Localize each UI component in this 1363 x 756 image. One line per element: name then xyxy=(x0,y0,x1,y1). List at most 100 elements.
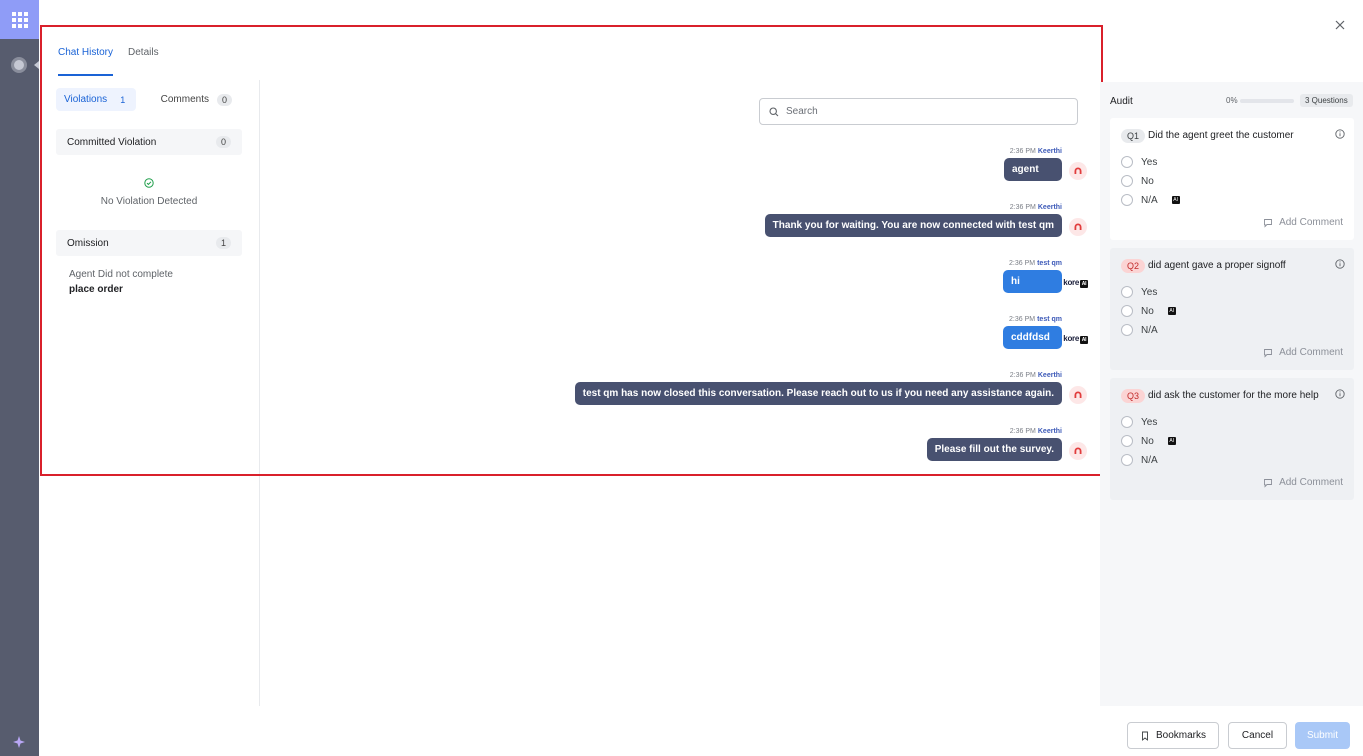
option-label: Yes xyxy=(1141,416,1158,428)
radio-button[interactable] xyxy=(1121,305,1133,317)
question-number: Q1 xyxy=(1121,129,1146,143)
question-number: Q2 xyxy=(1121,259,1146,273)
answer-option-na[interactable]: N/A AI xyxy=(1121,194,1180,206)
recent-interactions-icon[interactable] xyxy=(11,57,27,73)
audit-question-card: Q2 did agent gave a proper signoff Yes N… xyxy=(1110,248,1354,370)
message-sender: test qm xyxy=(1037,316,1062,323)
question-number: Q3 xyxy=(1121,389,1146,403)
add-comment-label: Add Comment xyxy=(1279,217,1343,228)
radio-button[interactable] xyxy=(1121,156,1133,168)
chat-search[interactable] xyxy=(759,98,1078,125)
collapse-arrow-icon[interactable] xyxy=(34,61,39,69)
message-sender: test qm xyxy=(1037,260,1062,267)
ai-badge-icon: AI xyxy=(1080,336,1088,344)
ai-badge-icon: AI xyxy=(1080,280,1088,288)
radio-button[interactable] xyxy=(1121,435,1133,447)
committed-violation-header[interactable]: Committed Violation 0 xyxy=(56,129,242,155)
answer-option-na[interactable]: N/A xyxy=(1121,454,1158,466)
add-comment-label: Add Comment xyxy=(1279,477,1343,488)
answer-option-yes[interactable]: Yes xyxy=(1121,156,1157,168)
omission-label: Omission xyxy=(67,237,109,249)
agent-avatar-icon xyxy=(1069,386,1087,404)
info-icon[interactable] xyxy=(1335,259,1345,269)
add-comment-label: Add Comment xyxy=(1279,347,1343,358)
comment-icon xyxy=(1264,478,1273,488)
option-label: No xyxy=(1141,175,1154,187)
tab-chat-history[interactable]: Chat History xyxy=(58,44,114,76)
bookmarks-label: Bookmarks xyxy=(1155,730,1206,741)
question-text: Did the agent greet the customer xyxy=(1148,130,1294,141)
radio-button[interactable] xyxy=(1121,286,1133,298)
comments-count: 0 xyxy=(216,93,232,106)
add-comment-button[interactable]: Add Comment xyxy=(1263,477,1343,488)
comments-pill[interactable]: Comments 0 xyxy=(160,88,240,111)
radio-button[interactable] xyxy=(1121,324,1133,336)
cancel-label: Cancel xyxy=(1241,730,1274,741)
comments-label: Comments xyxy=(160,94,209,105)
apps-grid-icon[interactable] xyxy=(0,0,39,39)
close-icon[interactable] xyxy=(1333,18,1347,32)
option-label: N/A xyxy=(1141,454,1158,466)
committed-violation-label: Committed Violation xyxy=(67,136,157,148)
submit-label: Submit xyxy=(1306,730,1339,741)
radio-button[interactable] xyxy=(1121,175,1133,187)
kore-label: kore xyxy=(1063,334,1079,343)
submit-button[interactable]: Submit xyxy=(1295,722,1350,749)
search-icon xyxy=(769,106,779,116)
message-meta: 2:36 PM Keerthi xyxy=(1004,148,1062,155)
ai-badge-icon: AI xyxy=(1167,307,1176,315)
option-label: No xyxy=(1141,435,1154,447)
message-bubble[interactable]: Please fill out the survey. xyxy=(926,438,1062,461)
message-time: 2:36 PM xyxy=(1009,204,1036,211)
audit-question-card: Q3 did ask the customer for the more hel… xyxy=(1110,378,1354,500)
message-meta: 2:36 PM test qm xyxy=(1003,316,1062,323)
audit-title: Audit xyxy=(1110,96,1133,107)
message-bubble[interactable]: hi xyxy=(1003,270,1062,293)
message-bubble[interactable]: cddfdsd xyxy=(1003,326,1062,349)
violations-pill[interactable]: Violations 1 xyxy=(56,88,136,111)
message-meta: 2:36 PM Keerthi xyxy=(927,428,1062,435)
radio-button[interactable] xyxy=(1121,454,1133,466)
message-bubble[interactable]: Thank you for waiting. You are now conne… xyxy=(764,214,1062,237)
answer-option-no[interactable]: No AI xyxy=(1121,435,1176,447)
kore-label: kore xyxy=(1063,278,1079,287)
comment-icon xyxy=(1264,218,1273,228)
audit-progress-bar xyxy=(1240,99,1294,103)
comment-icon xyxy=(1264,348,1273,358)
sparkle-icon[interactable] xyxy=(12,735,26,749)
message-meta: 2:36 PM test qm xyxy=(1003,260,1062,267)
omission-note: Agent Did not complete xyxy=(69,269,173,280)
no-violation-state: No Violation Detected xyxy=(56,178,242,207)
kore-logo-icon: kore AI xyxy=(1063,278,1088,288)
message-sender: Keerthi xyxy=(1037,428,1062,435)
answer-option-no[interactable]: No AI xyxy=(1121,305,1176,317)
agent-avatar-icon xyxy=(1069,442,1087,460)
answer-option-no[interactable]: No xyxy=(1121,175,1154,187)
search-input[interactable] xyxy=(786,106,1066,117)
chat-message: 2:36 PM Keerthi Thank you for waiting. Yo… xyxy=(764,204,1062,237)
bookmarks-button[interactable]: Bookmarks xyxy=(1127,722,1219,749)
agent-avatar-icon xyxy=(1069,218,1087,236)
kore-logo-icon: kore AI xyxy=(1063,334,1088,344)
option-label: Yes xyxy=(1141,286,1158,298)
answer-option-yes[interactable]: Yes xyxy=(1121,416,1157,428)
omission-header[interactable]: Omission 1 xyxy=(56,230,242,256)
add-comment-button[interactable]: Add Comment xyxy=(1263,347,1343,358)
radio-button[interactable] xyxy=(1121,416,1133,428)
committed-violation-count: 0 xyxy=(215,136,231,148)
message-bubble[interactable]: test qm has now closed this conversation… xyxy=(574,382,1062,405)
info-icon[interactable] xyxy=(1335,129,1345,139)
answer-option-na[interactable]: N/A xyxy=(1121,324,1158,336)
option-label: N/A xyxy=(1141,194,1158,206)
left-rail xyxy=(0,0,39,756)
answer-option-yes[interactable]: Yes xyxy=(1121,286,1157,298)
cancel-button[interactable]: Cancel xyxy=(1228,722,1287,749)
tab-details[interactable]: Details xyxy=(128,44,159,76)
message-bubble[interactable]: agent xyxy=(1004,158,1062,181)
ai-badge-icon: AI xyxy=(1167,437,1176,445)
add-comment-button[interactable]: Add Comment xyxy=(1263,217,1343,228)
bookmark-icon xyxy=(1142,731,1148,741)
no-violation-text: No Violation Detected xyxy=(100,196,198,207)
info-icon[interactable] xyxy=(1335,389,1345,399)
radio-button[interactable] xyxy=(1121,194,1133,206)
